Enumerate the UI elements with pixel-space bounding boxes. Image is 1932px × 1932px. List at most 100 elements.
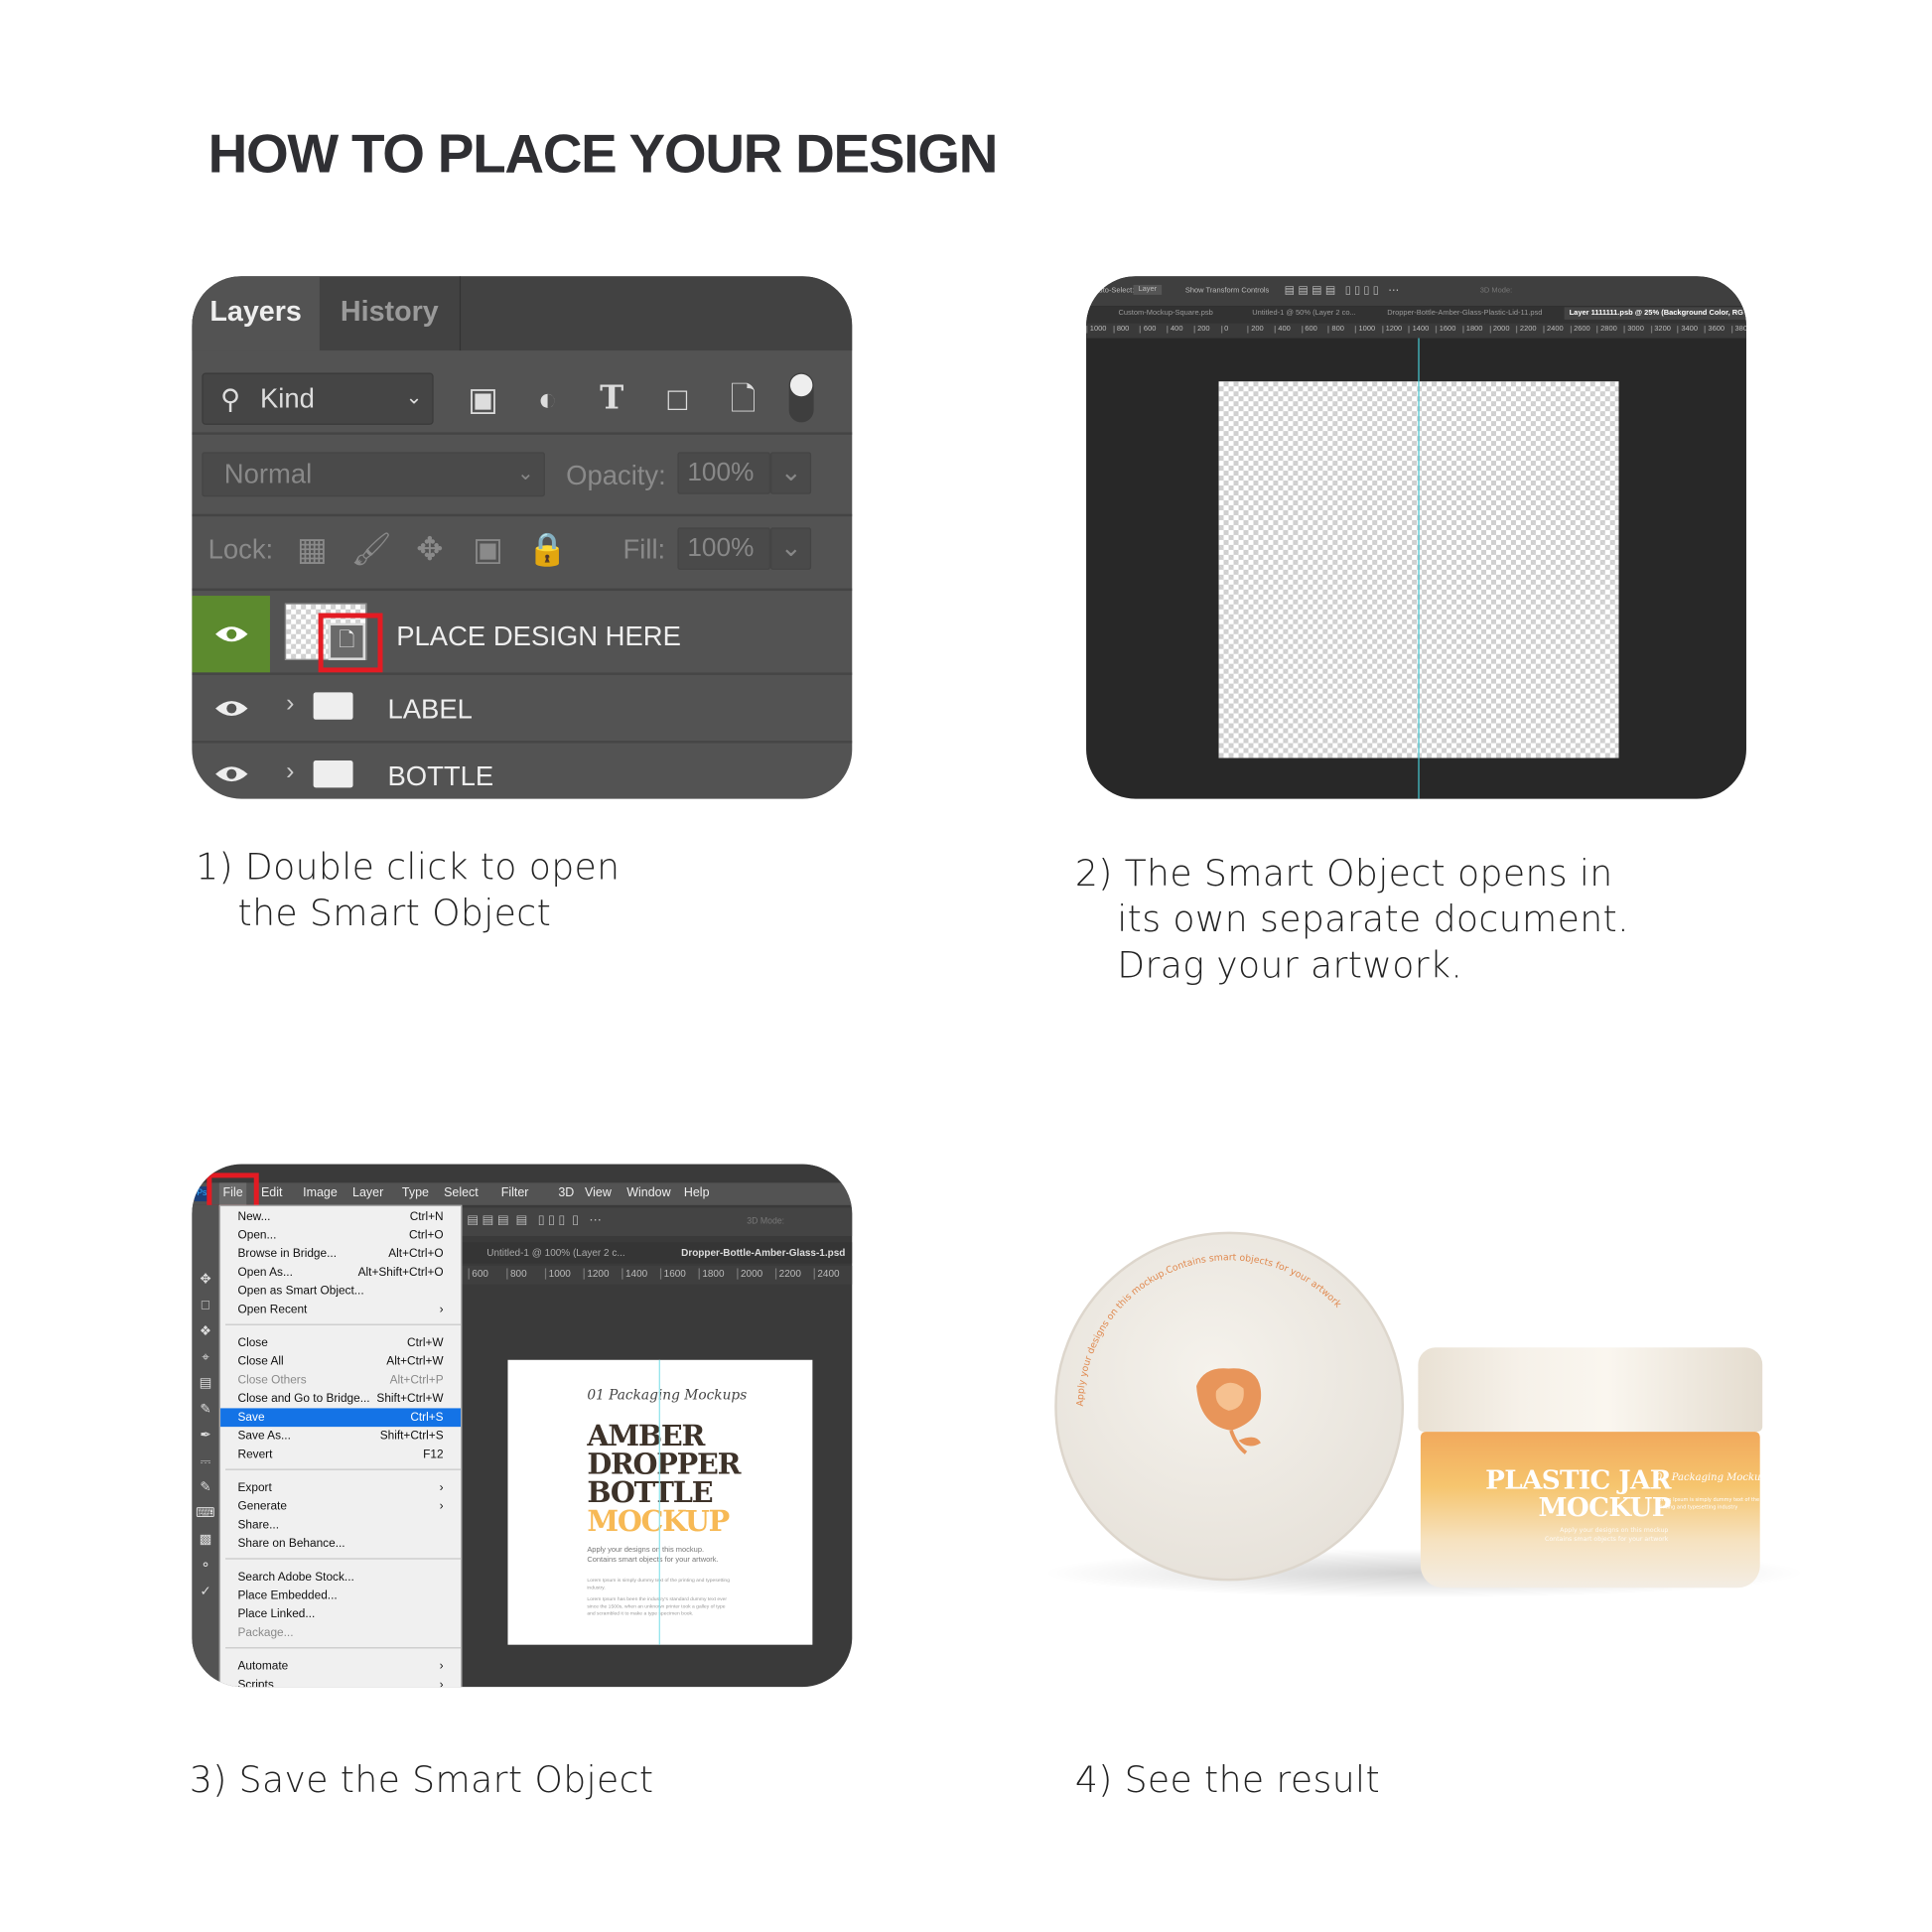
menubar-item-edit[interactable]: Edit: [261, 1182, 282, 1204]
lock-image-pixels-icon[interactable]: 🖌: [350, 527, 392, 569]
expand-chevron-icon[interactable]: ›: [286, 690, 294, 719]
tab-layers[interactable]: Layers: [192, 276, 320, 351]
jar-tagline: Apply your designs on this mockup Contai…: [1457, 1527, 1668, 1544]
doc-tab[interactable]: Untitled-1 @ 50% (Layer 2 co...: [1252, 310, 1356, 317]
ruler: 600 800 1000 1200 1400 1600 1800 2000 2200 2400: [462, 1265, 853, 1285]
adjustment-filter-icon[interactable]: ◐: [526, 377, 568, 419]
menu-item-revert[interactable]: Revert F12: [220, 1446, 461, 1464]
ruler-tick-label: 1000: [544, 1268, 571, 1280]
menu-item-package[interactable]: Package...: [220, 1623, 461, 1642]
menu-item-share[interactable]: Share...: [220, 1516, 461, 1535]
tool-icons[interactable]: ✥ □ ❖ ⌖ ▤ ✎ ✒ ⎓ ✎ ⌨ ▩ ⚬ ✓: [192, 1205, 218, 1605]
menu-item-browse-in-bridge[interactable]: Browse in Bridge... Alt+Ctrl+O: [220, 1245, 461, 1264]
blend-mode-dropdown[interactable]: Normal ⌄: [202, 452, 545, 497]
visibility-eye-icon[interactable]: [192, 596, 270, 673]
highlight-box: [318, 613, 383, 673]
ruler-tick-label: 600: [1301, 326, 1317, 334]
file-menu-dropdown: New... Ctrl+N Open... Ctrl+O Browse in Bridg…: [218, 1204, 463, 1688]
menu-item-shortcut: Ctrl+S: [410, 1410, 444, 1425]
menu-item-open-recent[interactable]: Open Recent ›: [220, 1301, 461, 1319]
filter-kind-dropdown[interactable]: ⚲ Kind ⌄: [202, 372, 434, 425]
menu-item-place-embedded[interactable]: Place Embedded...: [220, 1587, 461, 1605]
type-filter-icon[interactable]: T: [591, 377, 632, 419]
menu-item-export[interactable]: Export ›: [220, 1479, 461, 1498]
menu-item-open-as[interactable]: Open As... Alt+Shift+Ctrl+O: [220, 1263, 461, 1282]
ruler-tick-label: 1200: [1381, 326, 1402, 334]
lock-transparent-pixels-icon[interactable]: ▦: [291, 527, 333, 569]
menu-item-generate[interactable]: Generate ›: [220, 1497, 461, 1516]
align-icons[interactable]: ▤ ▤ ▤ ▤ ▯ ▯ ▯ ▯ ⋯: [467, 1214, 602, 1228]
fill-label: Fill:: [622, 533, 666, 565]
menu-item-shortcut: ›: [439, 1303, 444, 1317]
lock-artboard-icon[interactable]: ▣: [467, 527, 508, 569]
menubar-item-3d[interactable]: 3D: [558, 1182, 574, 1204]
doc-tab[interactable]: Custom-Mockup-Square.psb: [1118, 310, 1212, 317]
opacity-dropdown-button[interactable]: ⌄: [769, 452, 812, 494]
shape-filter-icon[interactable]: □: [656, 377, 698, 419]
menubar-item-type[interactable]: Type: [402, 1182, 429, 1204]
menubar-item-layer[interactable]: Layer: [352, 1182, 383, 1204]
menu-item-shortcut: ›: [439, 1678, 444, 1688]
smart-object-filter-icon[interactable]: 🗋: [722, 377, 763, 419]
align-icons[interactable]: ▤ ▤ ▤ ▤ ▯ ▯ ▯ ▯ ⋯: [1285, 284, 1400, 298]
show-transform-controls-checkbox[interactable]: Show Transform Controls: [1185, 287, 1269, 294]
menu-item-place-linked[interactable]: Place Linked...: [220, 1605, 461, 1624]
ruler-tick-label: 1800: [1462, 326, 1482, 334]
layer-dropdown[interactable]: Layer: [1133, 284, 1163, 295]
jar-script: 01 Packaging Mockups: [1655, 1471, 1772, 1483]
menu-item-save[interactable]: Save Ctrl+S: [220, 1408, 462, 1428]
menu-item-search-adobe-stock[interactable]: Search Adobe Stock...: [220, 1568, 461, 1587]
visibility-eye-icon[interactable]: [192, 675, 270, 741]
doc-tab-active[interactable]: Layer 1111111.psb @ 25% (Background Colo…: [1564, 307, 1746, 320]
fill-field[interactable]: 100%: [677, 527, 770, 570]
lock-all-icon[interactable]: 🔒: [526, 527, 568, 569]
menubar-item-image[interactable]: Image: [303, 1182, 338, 1204]
menu-item-shortcut: ›: [439, 1499, 444, 1514]
menu-item-open-as-smart-object[interactable]: Open as Smart Object...: [220, 1282, 461, 1301]
menu-item-label: Browse in Bridge...: [237, 1247, 337, 1261]
doc-tab-active[interactable]: Dropper-Bottle-Amber-Glass-1.psd: [681, 1247, 845, 1258]
menu-item-close-and-go-to-bridge[interactable]: Close and Go to Bridge... Shift+Ctrl+W: [220, 1390, 461, 1409]
menu-item-shortcut: Alt+Shift+Ctrl+O: [357, 1265, 444, 1280]
divider: [192, 513, 853, 517]
caption-line: Drag your artwork.: [1117, 943, 1463, 987]
headline-line: BOTTLE: [587, 1476, 713, 1510]
chevron-down-icon: ⌄: [405, 387, 423, 409]
menu-item-open[interactable]: Open... Ctrl+O: [220, 1226, 461, 1245]
doc-tab[interactable]: Untitled-1 @ 100% (Layer 2 c...: [486, 1247, 624, 1258]
menu-item-label: Share on Behance...: [237, 1537, 345, 1551]
lock-position-icon[interactable]: ✥: [409, 527, 451, 569]
smart-object-document-screenshot: Auto-Select: Layer Show Transform Contro…: [1086, 276, 1746, 799]
menu-item-share-on-behance[interactable]: Share on Behance...: [220, 1535, 461, 1554]
filter-kind-label: Kind: [259, 382, 315, 414]
filter-toggle[interactable]: [788, 372, 814, 423]
tab-history[interactable]: History: [320, 276, 462, 351]
menubar-item-select[interactable]: Select: [444, 1182, 479, 1204]
menubar-item-window[interactable]: Window: [626, 1182, 670, 1204]
menubar-item-view[interactable]: View: [585, 1182, 612, 1204]
layer-row-bottle[interactable]: › BOTTLE: [192, 741, 853, 799]
visibility-eye-icon[interactable]: [192, 743, 270, 798]
menubar-item-filter[interactable]: Filter: [501, 1182, 529, 1204]
expand-chevron-icon[interactable]: ›: [286, 758, 294, 786]
menu-item-scripts[interactable]: Scripts ›: [220, 1676, 461, 1687]
ruler-tick-label: 1000: [1086, 326, 1106, 334]
menu-item-automate[interactable]: Automate ›: [220, 1657, 461, 1676]
tagline-line: Contains smart objects for your artwork.: [587, 1557, 719, 1565]
menu-item-new[interactable]: New... Ctrl+N: [220, 1207, 461, 1226]
opacity-field[interactable]: 100%: [677, 452, 770, 494]
fill-dropdown-button[interactable]: ⌄: [769, 527, 812, 570]
design-document[interactable]: 01 Packaging Mockups AMBER DROPPER BOTTL…: [507, 1359, 813, 1645]
menu-item-save-as[interactable]: Save As... Shift+Ctrl+S: [220, 1427, 461, 1446]
ruler-tick-label: 800: [1327, 326, 1344, 334]
menu-item-close[interactable]: Close Ctrl+W: [220, 1334, 461, 1353]
layer-row-place-design-here[interactable]: 🗋 PLACE DESIGN HERE: [192, 596, 852, 673]
image-filter-icon[interactable]: ▣: [462, 377, 503, 419]
doc-tab[interactable]: Dropper-Bottle-Amber-Glass-Plastic-Lid-1…: [1387, 310, 1542, 317]
menu-item-close-all[interactable]: Close All Alt+Ctrl+W: [220, 1352, 461, 1371]
menubar-item-help[interactable]: Help: [684, 1182, 710, 1204]
divider: [192, 432, 853, 435]
menu-item-close-others[interactable]: Close Others Alt+Ctrl+P: [220, 1371, 461, 1390]
layer-row-label[interactable]: › LABEL: [192, 672, 853, 741]
auto-select-label: Auto-Select:: [1093, 287, 1135, 295]
